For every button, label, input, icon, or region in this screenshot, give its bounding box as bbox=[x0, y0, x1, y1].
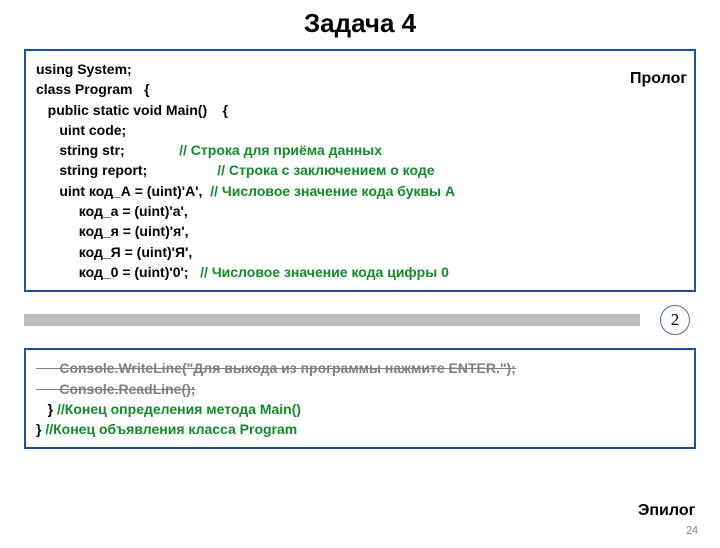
epilog-code: Console.WriteLine("Для выхода из програм… bbox=[36, 358, 684, 439]
code-line: string str; bbox=[36, 142, 179, 158]
divider-row: 2 bbox=[24, 306, 696, 334]
page-number: 24 bbox=[686, 524, 698, 538]
code-line: код_Я = (uint)'Я', bbox=[36, 244, 192, 260]
code-line: string report; bbox=[36, 162, 217, 178]
code-struck-line: Console.ReadLine(); bbox=[36, 381, 195, 397]
prolog-code: using System; class Program { public sta… bbox=[36, 59, 684, 282]
code-line: uint код_А = (uint)'А', bbox=[36, 183, 210, 199]
prolog-codebox: using System; class Program { public sta… bbox=[24, 49, 696, 292]
code-line: public static void Main() { bbox=[36, 102, 228, 118]
code-line: код_а = (uint)'а', bbox=[36, 203, 188, 219]
prolog-label: Пролог bbox=[630, 70, 684, 88]
epilog-label: Эпилог bbox=[638, 502, 684, 520]
step-number-circle: 2 bbox=[660, 305, 690, 335]
code-line: код_0 = (uint)'0'; bbox=[36, 264, 200, 280]
code-line: } bbox=[36, 401, 57, 417]
slide-title: Задача 4 bbox=[0, 8, 720, 39]
code-line: using System; bbox=[36, 61, 132, 77]
code-line: class Program { bbox=[36, 81, 150, 97]
code-line: код_я = (uint)'я', bbox=[36, 223, 188, 239]
code-comment: // Числовое значение кода буквы А bbox=[210, 183, 455, 199]
divider-bar bbox=[24, 314, 640, 326]
epilog-codebox: Console.WriteLine("Для выхода из програм… bbox=[24, 348, 696, 449]
code-comment: //Конец объявления класса Program bbox=[45, 421, 297, 437]
code-line: uint code; bbox=[36, 122, 126, 138]
code-line: } bbox=[36, 421, 45, 437]
code-comment: // Строка с заключением о коде bbox=[217, 162, 434, 178]
code-comment: // Строка для приёма данных bbox=[179, 142, 382, 158]
code-comment: // Числовое значение кода цифры 0 bbox=[200, 264, 449, 280]
code-comment: //Конец определения метода Main() bbox=[57, 401, 301, 417]
code-struck-line: Console.WriteLine("Для выхода из програм… bbox=[36, 360, 516, 376]
